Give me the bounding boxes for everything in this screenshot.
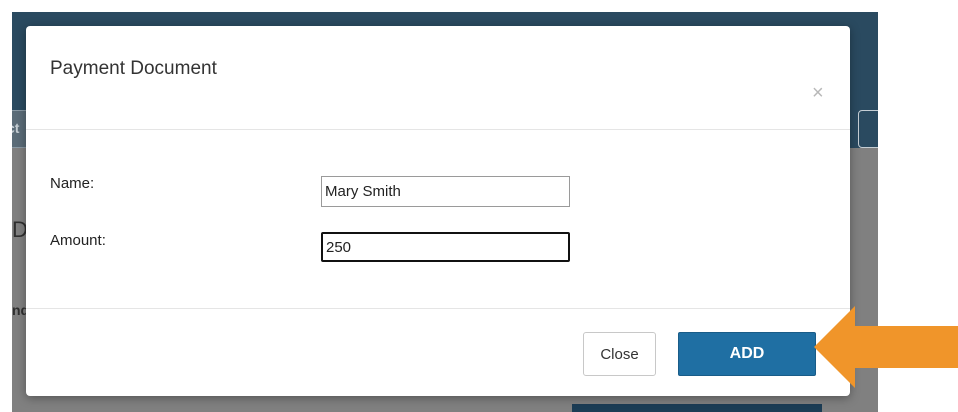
dialog-title: Payment Document: [50, 58, 217, 79]
close-icon[interactable]: ×: [812, 83, 824, 103]
add-button[interactable]: ADD: [678, 332, 816, 376]
dialog-footer: Close ADD: [26, 308, 850, 396]
dialog-header: Payment Document ×: [26, 26, 850, 130]
arrow-left-icon: [814, 306, 958, 388]
name-label: Name:: [50, 175, 95, 192]
name-input[interactable]: [321, 176, 570, 207]
amount-input[interactable]: [321, 232, 570, 262]
background-button: [572, 404, 822, 412]
amount-label: Amount:: [50, 232, 106, 249]
close-button[interactable]: Close: [583, 332, 656, 376]
screenshot-stage: ct D nd Payment Document × Name: Amount:…: [0, 0, 958, 412]
background-tab-outline: [858, 110, 878, 148]
payment-document-dialog: Payment Document × Name: Amount: Close A…: [26, 26, 850, 396]
